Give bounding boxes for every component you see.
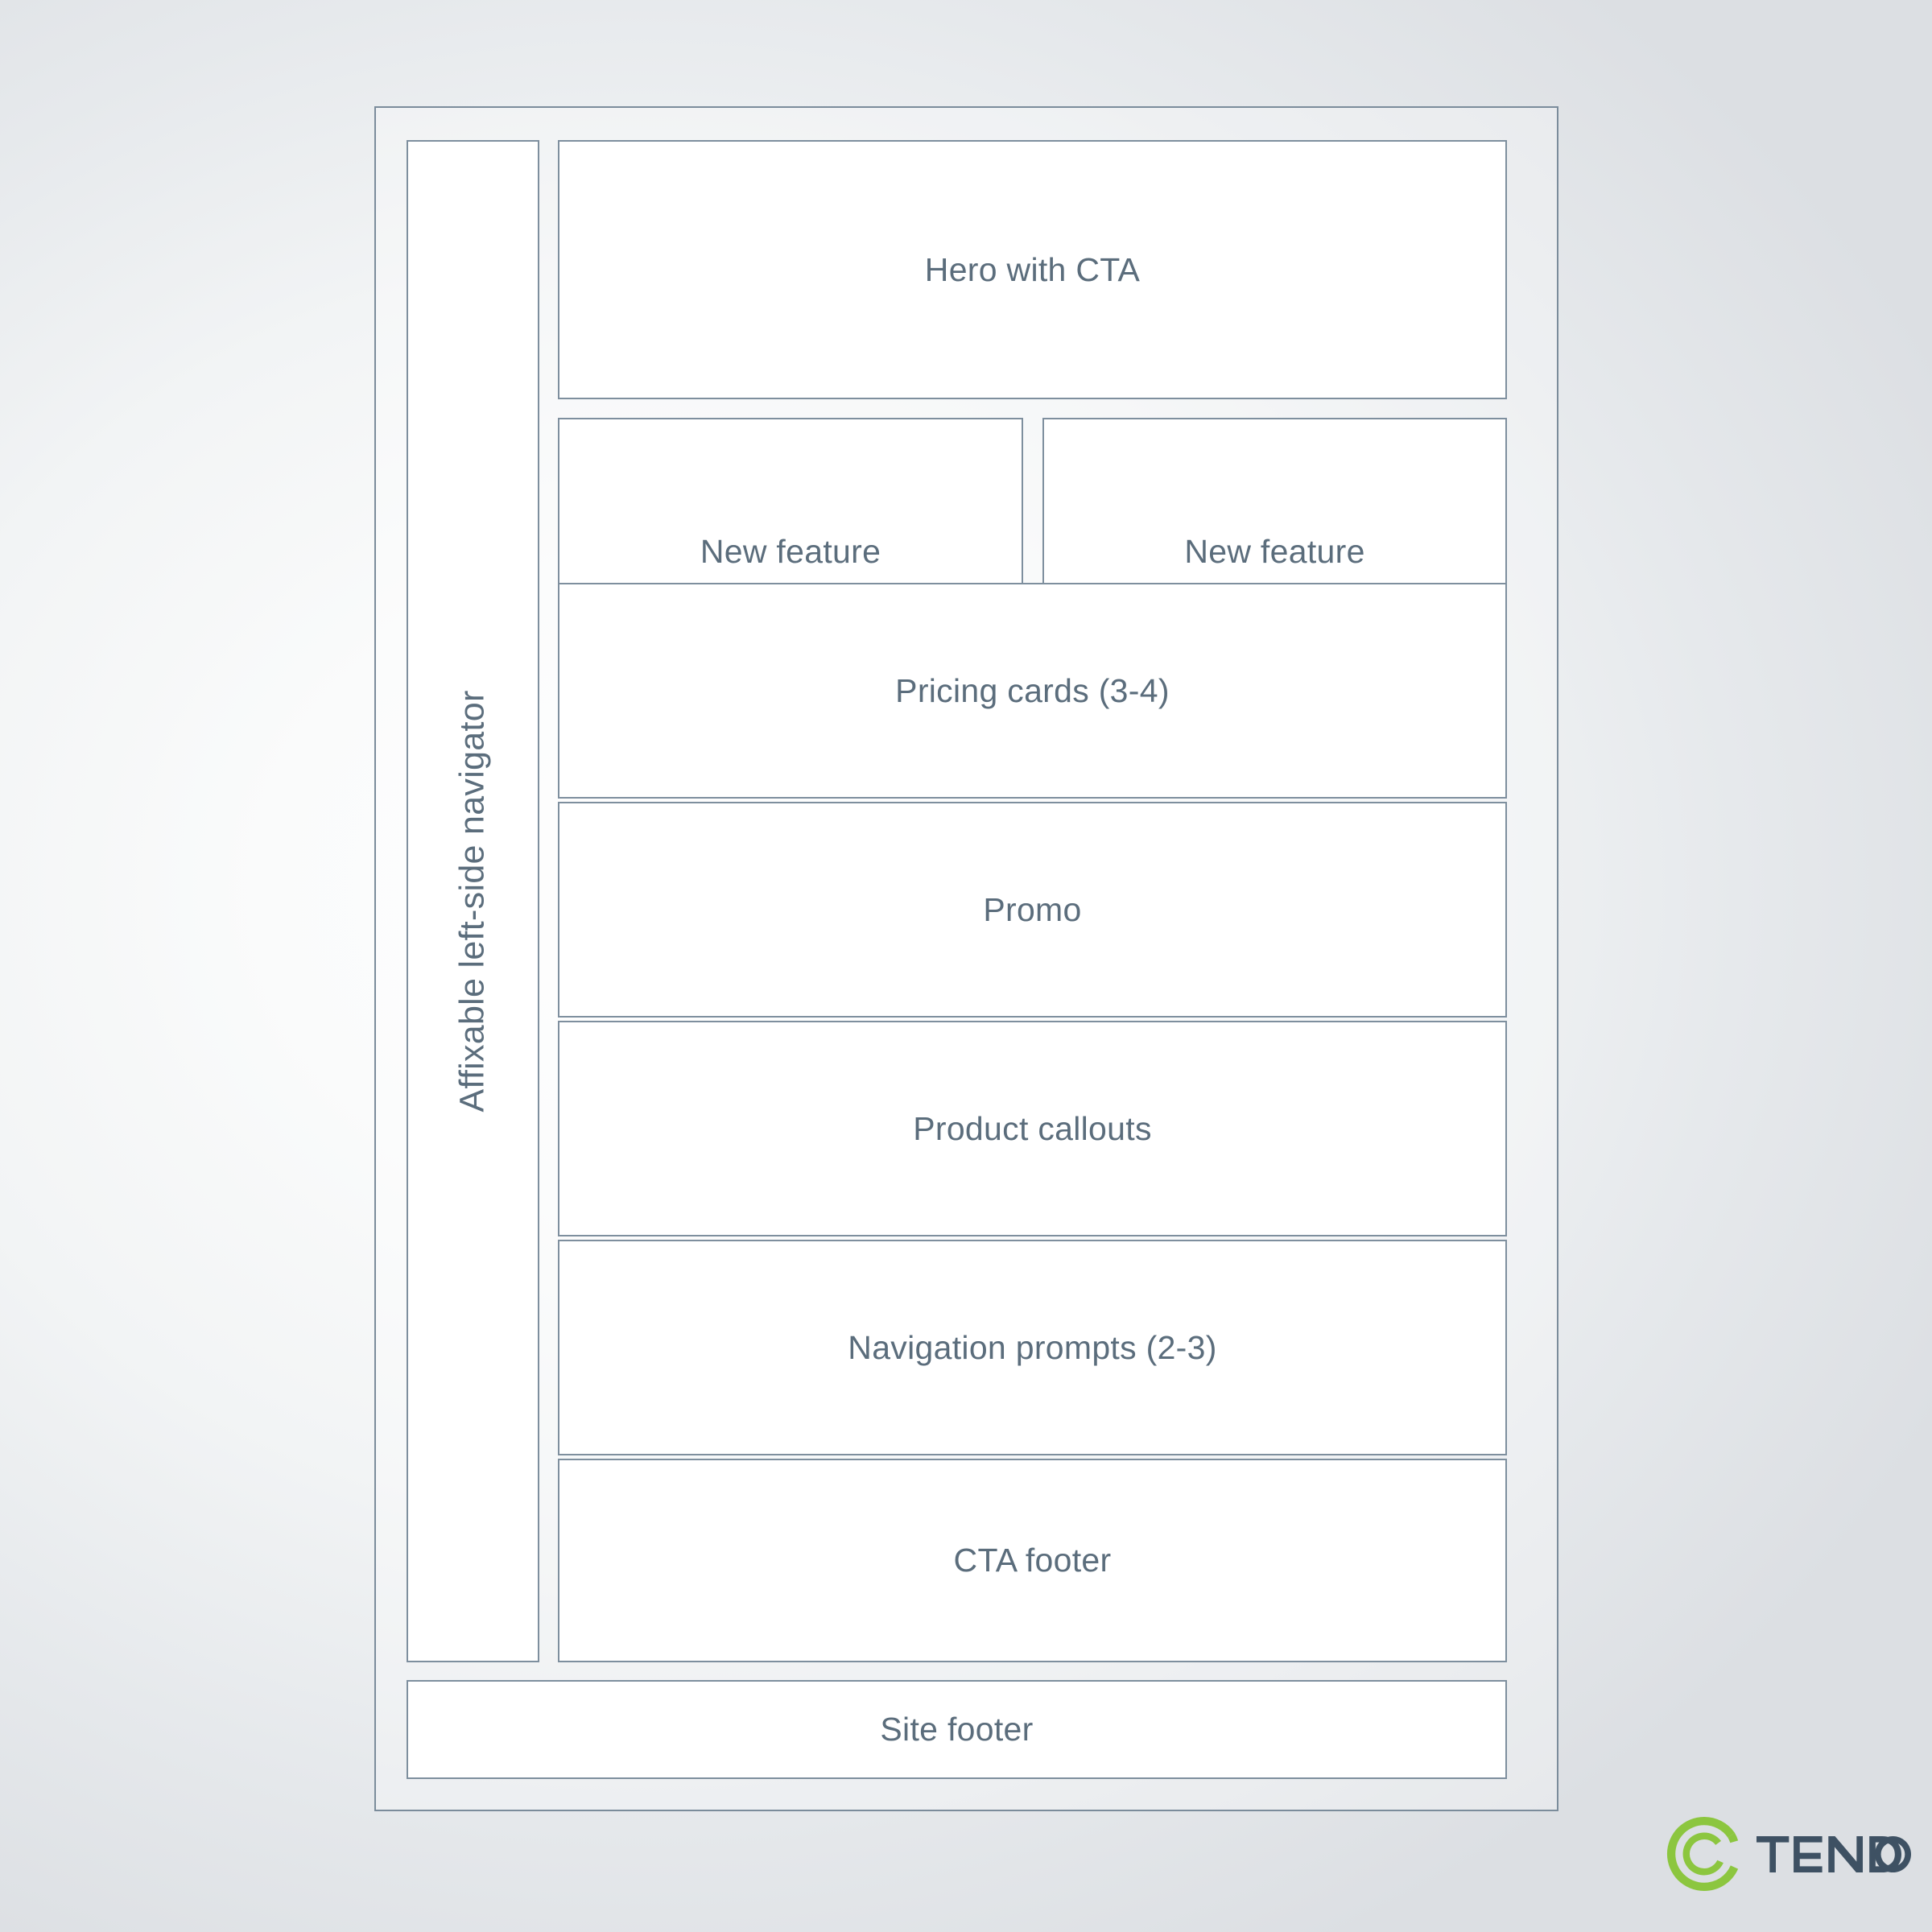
sidebar-navigator-label: Affixable left-side navigator	[453, 690, 493, 1113]
hero-label: Hero with CTA	[924, 250, 1141, 288]
tendo-wordmark	[1757, 1833, 1911, 1876]
new-feature-left-label: New feature	[700, 532, 881, 570]
wireframe-block-hero[interactable]: Hero with CTA	[558, 140, 1507, 399]
pricing-cards-label: Pricing cards (3-4)	[895, 671, 1170, 709]
promo-label: Promo	[983, 890, 1082, 928]
new-feature-right-label: New feature	[1184, 532, 1365, 570]
wireframe-block-promo[interactable]: Promo	[558, 802, 1507, 1018]
wireframe-outer-frame: Affixable left-side navigator Hero with …	[374, 106, 1558, 1811]
tendo-swirl-ring-icon	[1665, 1814, 1744, 1893]
wireframe-block-pricing-cards[interactable]: Pricing cards (3-4)	[558, 583, 1507, 799]
wireframe-block-navigation-prompts[interactable]: Navigation prompts (2-3)	[558, 1240, 1507, 1455]
product-callouts-label: Product callouts	[913, 1109, 1152, 1147]
wireframe-block-site-footer[interactable]: Site footer	[407, 1680, 1507, 1779]
wireframe-block-product-callouts[interactable]: Product callouts	[558, 1021, 1507, 1236]
site-footer-label: Site footer	[880, 1711, 1034, 1748]
wireframe-block-cta-footer[interactable]: CTA footer	[558, 1459, 1507, 1662]
tendo-logo	[1665, 1806, 1911, 1902]
wireframe-block-sidebar-navigator[interactable]: Affixable left-side navigator	[407, 140, 539, 1662]
cta-footer-label: CTA footer	[953, 1542, 1112, 1579]
navigation-prompts-label: Navigation prompts (2-3)	[848, 1328, 1217, 1366]
